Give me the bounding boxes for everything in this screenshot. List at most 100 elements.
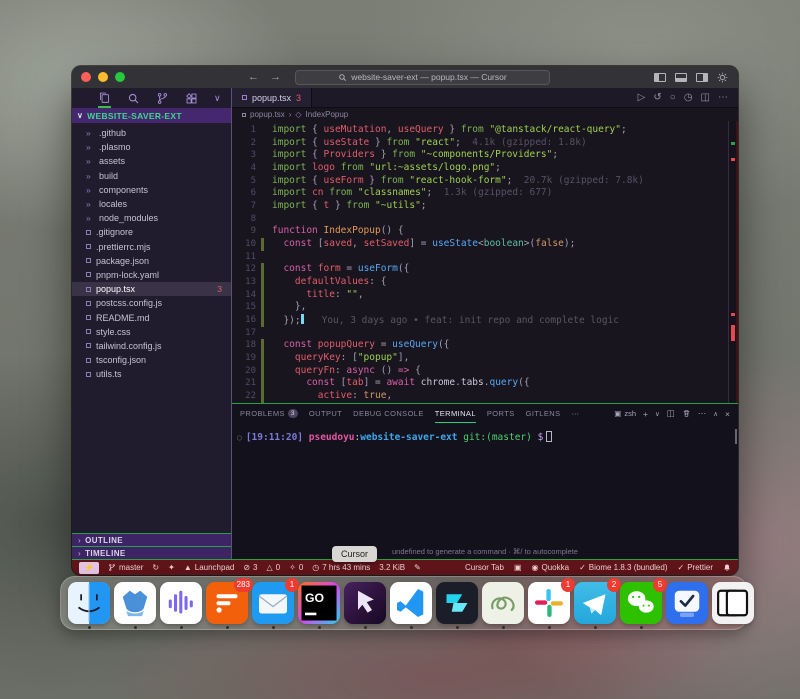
- status-gitlens[interactable]: ✦: [168, 563, 175, 572]
- code-line[interactable]: 17: [232, 327, 736, 340]
- tree-item-package.json[interactable]: package.json: [72, 254, 231, 268]
- outline-section-header[interactable]: › OUTLINE: [72, 533, 231, 546]
- timeline-clock-icon[interactable]: ◷: [684, 92, 693, 103]
- panel-more-actions-icon[interactable]: ⋯: [698, 408, 707, 419]
- status-launchpad[interactable]: ▲Launchpad: [184, 563, 235, 572]
- tree-item-tsconfig.json[interactable]: tsconfig.json: [72, 353, 231, 367]
- status-copilot-box[interactable]: ▣: [514, 563, 522, 572]
- dock-icon-cursor[interactable]: [344, 582, 386, 624]
- panel-tab-ports[interactable]: PORTS: [487, 404, 515, 423]
- dock-icon-mail[interactable]: 1: [252, 582, 294, 624]
- tree-item-pnpm-lock.yaml[interactable]: pnpm-lock.yaml: [72, 268, 231, 282]
- terminal-scrollbar[interactable]: [735, 429, 737, 444]
- explorer-root-header[interactable]: ∨ WEBSITE-SAVER-EXT: [72, 108, 231, 123]
- code-line[interactable]: 20 queryFn: async () => {: [232, 365, 736, 378]
- panel-tab-debug-console[interactable]: DEBUG CONSOLE: [353, 404, 424, 423]
- extensions-view-icon[interactable]: [185, 88, 198, 108]
- tree-item-.gitignore[interactable]: .gitignore: [72, 225, 231, 239]
- tree-item-style.css[interactable]: style.css: [72, 325, 231, 339]
- code-line[interactable]: 9function IndexPopup() {: [232, 225, 736, 238]
- overview-ruler[interactable]: [728, 121, 736, 403]
- status-ports[interactable]: ✧0: [289, 563, 303, 572]
- tree-item-.prettierrc.mjs[interactable]: .prettierrc.mjs: [72, 240, 231, 254]
- tree-item-build[interactable]: »build: [72, 169, 231, 183]
- toggle-panel-icon[interactable]: [675, 73, 687, 82]
- panel-tab-gitlens[interactable]: GITLENS: [526, 404, 561, 423]
- breadcrumb-symbol[interactable]: IndexPopup: [306, 110, 349, 119]
- status-cursor-tab[interactable]: Cursor Tab: [465, 563, 504, 572]
- history-forward-button[interactable]: →: [270, 71, 281, 83]
- dock-icon-finder[interactable]: [68, 582, 110, 624]
- gear-icon[interactable]: [717, 72, 728, 83]
- code-line[interactable]: 21 const [tab] = await chrome.tabs.query…: [232, 377, 736, 390]
- tree-item-locales[interactable]: »locales: [72, 197, 231, 211]
- shell-selector[interactable]: ▣ zsh: [614, 409, 636, 418]
- code-line[interactable]: 6import cn from "classnames"; 1.3k (gzip…: [232, 187, 736, 200]
- tree-item-components[interactable]: »components: [72, 183, 231, 197]
- code-line[interactable]: 4import logo from "url:~assets/logo.png"…: [232, 162, 736, 175]
- run-button[interactable]: ▷: [638, 92, 646, 103]
- terminal-dropdown-chevron-icon[interactable]: ∨: [655, 410, 660, 418]
- dock-icon-slack[interactable]: 1: [528, 582, 570, 624]
- toggle-primary-sidebar-icon[interactable]: [654, 73, 666, 82]
- more-actions-icon[interactable]: ⋯: [718, 92, 728, 103]
- dock-icon-vscode[interactable]: [390, 582, 432, 624]
- tree-item-.github[interactable]: ».github: [72, 126, 231, 140]
- breadcrumb[interactable]: popup.tsx › ◇ IndexPopup: [232, 108, 738, 121]
- tree-item-README.md[interactable]: README.md: [72, 310, 231, 324]
- toggle-secondary-sidebar-icon[interactable]: [696, 73, 708, 82]
- dock-icon-goland[interactable]: GO: [298, 582, 340, 624]
- code-line[interactable]: 13 defaultValues: {: [232, 276, 736, 289]
- status-bell[interactable]: [723, 563, 731, 572]
- source-control-view-icon[interactable]: [156, 88, 169, 108]
- dock-icon-audio[interactable]: [160, 582, 202, 624]
- tree-item-assets[interactable]: »assets: [72, 154, 231, 168]
- dock-icon-things[interactable]: [666, 582, 708, 624]
- panel-tab--[interactable]: ⋯: [572, 404, 580, 423]
- dock-icon-frames[interactable]: [712, 582, 754, 624]
- maximize-panel-icon[interactable]: ∧: [713, 410, 718, 418]
- tree-item-utils.ts[interactable]: utils.ts: [72, 367, 231, 381]
- code-line[interactable]: 5import { useForm } from "react-hook-for…: [232, 175, 736, 188]
- code-line[interactable]: 16 });You, 3 days ago • feat: init repo …: [232, 314, 736, 327]
- timeline-section-header[interactable]: › TIMELINE: [72, 546, 231, 559]
- status-quokka[interactable]: ◉Quokka: [532, 563, 570, 572]
- code-editor[interactable]: 1import { useMutation, useQuery } from "…: [232, 121, 738, 403]
- terminal-prompt[interactable]: [19:11:20] pseudoyu:website-saver-ext gi…: [246, 432, 553, 443]
- code-line[interactable]: 8: [232, 213, 736, 226]
- status-time[interactable]: ◷7 hrs 43 mins: [312, 563, 370, 572]
- panel-tab-problems[interactable]: PROBLEMS3: [240, 404, 298, 423]
- tree-item-.plasmo[interactable]: ».plasmo: [72, 140, 231, 154]
- code-line[interactable]: 3import { Providers } from "~components/…: [232, 149, 736, 162]
- panel-tab-terminal[interactable]: TERMINAL: [435, 404, 476, 423]
- kill-terminal-trash-icon[interactable]: [682, 409, 691, 418]
- code-line[interactable]: 10 const [saved, setSaved] = useState<bo…: [232, 238, 736, 251]
- dock-icon-telegram[interactable]: 2: [574, 582, 616, 624]
- code-line[interactable]: 2import { useState } from "react"; 4.1k …: [232, 137, 736, 150]
- panel-tab-output[interactable]: OUTPUT: [309, 404, 342, 423]
- close-panel-icon[interactable]: ×: [725, 409, 730, 419]
- breadcrumb-file[interactable]: popup.tsx: [250, 110, 285, 119]
- tree-item-tailwind.config.js[interactable]: tailwind.config.js: [72, 339, 231, 353]
- code-line[interactable]: 7import { t } from "~utils";: [232, 200, 736, 213]
- minimize-window-button[interactable]: [98, 72, 108, 82]
- dock-icon-warp[interactable]: [436, 582, 478, 624]
- status-sync[interactable]: ↻: [152, 563, 159, 572]
- dock-icon-fox[interactable]: [114, 582, 156, 624]
- explorer-view-icon[interactable]: [98, 88, 111, 108]
- code-line[interactable]: 14 title: "",: [232, 289, 736, 302]
- split-terminal-icon[interactable]: ◫: [667, 408, 675, 419]
- window-titlebar[interactable]: ← → website-saver-ext — popup.tsx — Curs…: [72, 66, 738, 88]
- status-prettier[interactable]: ✓Prettier: [678, 563, 714, 572]
- code-line[interactable]: 19 queryKey: ["popup"],: [232, 352, 736, 365]
- status-filesize[interactable]: 3.2 KiB: [379, 563, 405, 572]
- tab-popup-tsx[interactable]: popup.tsx 3: [232, 88, 312, 107]
- history-back-button[interactable]: ←: [248, 71, 259, 83]
- terminal[interactable]: ○[19:11:20] pseudoyu:website-saver-ext g…: [232, 423, 738, 547]
- dock-icon-wechat[interactable]: 5: [620, 582, 662, 624]
- code-line[interactable]: 18 const popupQuery = useQuery({: [232, 339, 736, 352]
- code-line[interactable]: 15 },: [232, 301, 736, 314]
- tree-item-popup.tsx[interactable]: popup.tsx3: [72, 282, 231, 296]
- status-biome[interactable]: ✓Biome 1.8.3 (bundled): [579, 563, 667, 572]
- code-line[interactable]: 1import { useMutation, useQuery } from "…: [232, 124, 736, 137]
